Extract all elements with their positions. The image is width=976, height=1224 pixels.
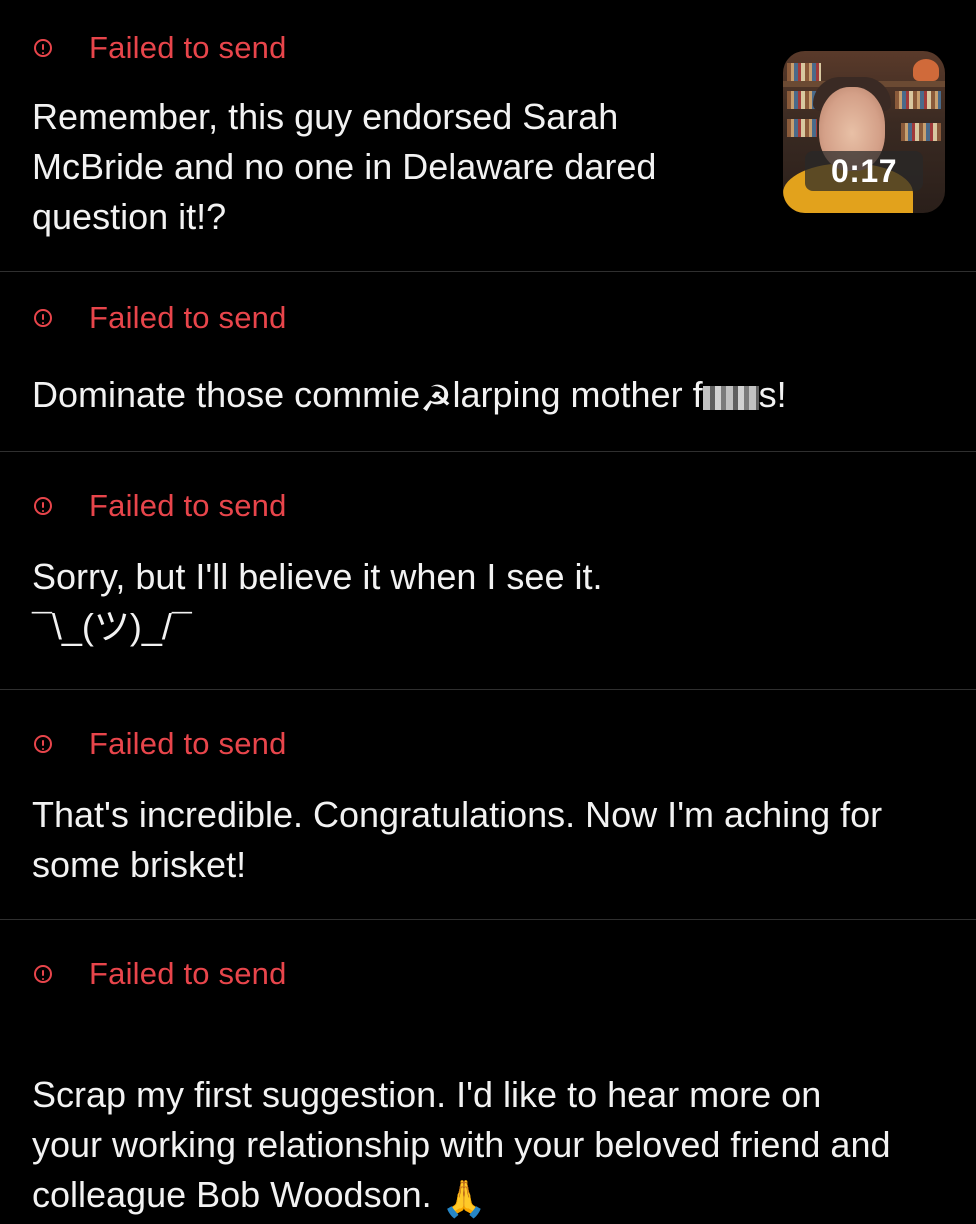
message-item[interactable]: Failed to send That's incredible. Congra…	[0, 690, 976, 920]
failed-to-send-label: Failed to send	[89, 488, 287, 523]
message-text: Dominate those commie☭larping mother f s!	[32, 370, 787, 424]
message-status: Failed to send	[32, 956, 287, 992]
books-decor	[901, 123, 941, 141]
message-status: Failed to send	[32, 300, 287, 336]
alert-circle-icon	[34, 965, 52, 983]
message-item[interactable]: Failed to send Sorry, but I'll believe i…	[0, 452, 976, 690]
message-status: Failed to send	[32, 726, 287, 762]
message-status: Failed to send	[32, 30, 287, 66]
failed-to-send-label: Failed to send	[89, 956, 287, 991]
video-thumbnail[interactable]: 0:17	[783, 51, 945, 213]
alert-circle-icon	[34, 497, 52, 515]
alert-circle-icon	[34, 309, 52, 327]
censored-pixelation	[702, 386, 759, 410]
message-status: Failed to send	[32, 488, 287, 524]
failed-to-send-label: Failed to send	[89, 30, 287, 65]
books-decor	[895, 91, 941, 109]
failed-to-send-label: Failed to send	[89, 300, 287, 335]
message-text: Remember, this guy endorsed Sarah McBrid…	[32, 96, 657, 237]
message-item[interactable]: Failed to send Dominate those commie☭lar…	[0, 272, 976, 452]
message-text-part: Dominate those commie	[32, 374, 421, 415]
alert-circle-icon	[34, 735, 52, 753]
books-decor	[787, 63, 821, 81]
message-item[interactable]: Failed to send Remember, this guy endors…	[0, 0, 976, 272]
message-text-part: larping mother f	[452, 374, 703, 415]
message-item[interactable]: Failed to send Scrap my first suggestion…	[0, 920, 976, 1219]
lamp-decor	[913, 59, 939, 81]
message-text: Scrap my first suggestion. I'd like to h…	[32, 1020, 890, 1224]
books-decor	[787, 119, 817, 137]
folded-hands-emoji: 🙏	[441, 1178, 487, 1219]
message-text-part: s!	[758, 374, 787, 415]
message-text: That's incredible. Congratulations. Now …	[32, 794, 883, 885]
message-text: Sorry, but I'll believe it when I see it…	[32, 556, 603, 647]
failed-messages-list: Failed to send Remember, this guy endors…	[0, 0, 976, 1219]
failed-to-send-label: Failed to send	[89, 726, 287, 761]
hammer-sickle-emoji: ☭	[420, 378, 453, 419]
video-duration: 0:17	[805, 151, 923, 191]
alert-circle-icon	[34, 39, 52, 57]
